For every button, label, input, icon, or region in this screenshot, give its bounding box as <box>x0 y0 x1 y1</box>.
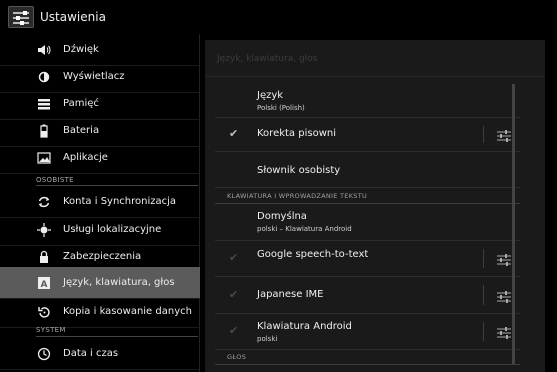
pref-google-speech[interactable]: ✔ Google speech-to-text <box>215 241 520 277</box>
pref-user-dictionary[interactable]: Słownik osobisty <box>215 152 520 188</box>
header-item-language-keyboard[interactable]: A Język, klawiatura, głos <box>0 267 200 299</box>
header-item-label: Konta i Synchronizacja <box>63 196 177 207</box>
pref-summary: polski – Klawiatura Android <box>257 225 352 233</box>
header-item-label: Kopia i kasowanie danych <box>63 306 192 317</box>
pref-title: Domyślna <box>257 211 307 222</box>
scrollbar[interactable] <box>512 84 515 364</box>
header-item-label: Usługi lokalizacyjne <box>63 224 162 235</box>
pref-default-keyboard[interactable]: Domyślna polski – Klawiatura Android <box>215 204 520 241</box>
settings-tune-icon[interactable] <box>496 325 512 339</box>
check-icon[interactable]: ✔ <box>229 251 238 264</box>
pref-title: Google speech-to-text <box>257 249 369 260</box>
pref-spellchecker[interactable]: ✔ Korekta pisowni <box>215 118 520 152</box>
pref-summary: polski <box>257 335 278 343</box>
lock-icon <box>37 250 51 264</box>
location-icon <box>37 222 51 237</box>
header-item-label: Aplikacje <box>63 152 108 163</box>
pref-divider <box>483 249 484 268</box>
pref-language[interactable]: Język Polski (Polish) <box>215 84 520 118</box>
settings-tune-icon[interactable] <box>496 252 512 266</box>
category-keyboard-input: KLAWIATURA I WPROWADZANIE TEKSTU <box>227 192 368 200</box>
panel-title-divider <box>205 76 545 77</box>
storage-icon <box>37 97 51 111</box>
settings-tune-icon[interactable] <box>496 289 512 303</box>
header-item-backup-reset[interactable]: Kopia i kasowanie danych <box>0 296 200 328</box>
pref-title: Japanese IME <box>257 289 324 300</box>
brightness-icon <box>37 70 51 84</box>
action-bar: Ustawienia <box>0 0 557 34</box>
battery-icon <box>37 124 51 138</box>
backup-icon <box>37 305 51 319</box>
category-divider <box>215 364 520 365</box>
header-item-label: Pamięć <box>63 98 99 109</box>
app-title: Ustawienia <box>40 10 106 24</box>
pref-title: Język <box>257 90 284 101</box>
header-item-label: Język, klawiatura, głos <box>63 277 175 288</box>
check-icon[interactable]: ✔ <box>229 127 238 140</box>
settings-sliders-icon[interactable] <box>8 6 34 28</box>
header-item-label: Bateria <box>63 125 100 136</box>
pref-divider <box>483 285 484 305</box>
apps-icon <box>37 151 51 165</box>
header-item-apps[interactable]: Aplikacje <box>0 142 200 174</box>
pref-summary: Polski (Polish) <box>257 104 305 112</box>
pref-japanese-ime[interactable]: ✔ Japanese IME <box>215 277 520 314</box>
settings-tune-icon[interactable] <box>496 128 512 142</box>
clock-icon <box>37 347 51 361</box>
preference-panel: Język, klawiatura, głos Język Polski (Po… <box>205 40 545 372</box>
sync-icon <box>37 195 51 209</box>
pref-title: Słownik osobisty <box>257 165 341 176</box>
check-icon[interactable]: ✔ <box>229 324 238 337</box>
pref-android-keyboard[interactable]: ✔ Klawiatura Android polski <box>215 314 520 350</box>
keyboard-a-icon: A <box>37 276 51 290</box>
settings-headers-list: Dźwięk Wyświetlacz Pamięć Bateria Aplika… <box>0 34 200 372</box>
section-divider <box>36 336 198 337</box>
category-voice: GŁOS <box>227 353 247 361</box>
header-item-label: Dźwięk <box>63 44 99 55</box>
check-icon[interactable]: ✔ <box>229 288 238 301</box>
header-item-label: Data i czas <box>63 348 119 359</box>
speaker-icon <box>37 43 51 57</box>
pref-title: Korekta pisowni <box>257 128 336 139</box>
pref-divider <box>483 126 484 143</box>
header-item-date-time[interactable]: Data i czas <box>0 338 200 370</box>
svg-text:A: A <box>41 280 48 290</box>
panel-title: Język, klawiatura, głos <box>217 54 318 64</box>
header-item-label: Zabezpieczenia <box>63 251 142 262</box>
pref-title: Klawiatura Android <box>257 321 352 332</box>
section-header-personal: OSOBISTE <box>36 176 74 184</box>
pref-divider <box>483 322 484 341</box>
section-header-system: SYSTEM <box>36 326 66 334</box>
header-item-label: Wyświetlacz <box>63 71 125 82</box>
